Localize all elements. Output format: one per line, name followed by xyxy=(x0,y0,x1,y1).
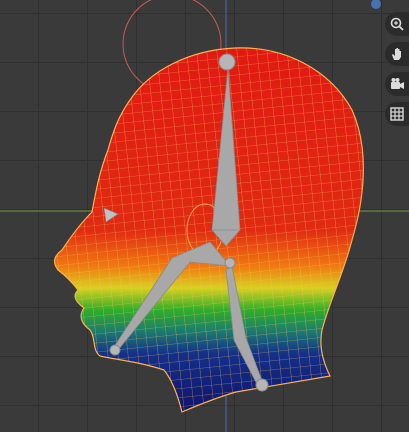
neck-bone-tail-joint[interactable] xyxy=(255,378,269,392)
zoom-icon xyxy=(390,17,404,31)
neck-bone-head-joint[interactable] xyxy=(224,257,236,269)
jaw-bone-tail-joint[interactable] xyxy=(109,344,121,356)
weight-paint-scene[interactable] xyxy=(0,0,409,432)
camera-icon xyxy=(391,78,404,89)
3d-viewport[interactable] xyxy=(0,0,409,432)
camera-view-button[interactable] xyxy=(385,72,409,96)
pan-button[interactable] xyxy=(385,42,409,66)
head-bone-head-joint[interactable] xyxy=(218,53,236,71)
pan-hand-icon xyxy=(392,48,401,60)
ortho-toggle-button[interactable] xyxy=(385,102,409,126)
navigation-gizmo xyxy=(385,12,409,126)
head-mesh[interactable] xyxy=(40,40,380,420)
zoom-button[interactable] xyxy=(385,12,409,36)
grid-view-icon xyxy=(390,107,404,121)
